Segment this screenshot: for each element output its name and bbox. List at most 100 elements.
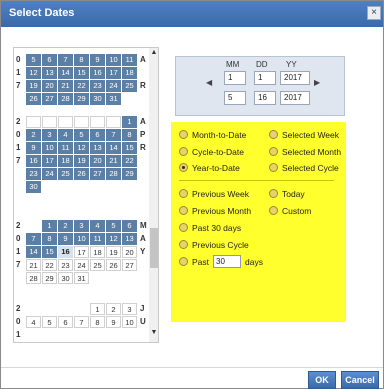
calendar-day[interactable]: 27 — [42, 93, 57, 105]
calendar-day[interactable]: 25 — [58, 168, 73, 180]
calendar-day[interactable]: 2 — [106, 303, 121, 315]
calendar-day[interactable]: 25 — [90, 259, 105, 271]
calendar-day[interactable]: 10 — [42, 142, 57, 154]
calendar-day[interactable]: 17 — [74, 246, 89, 258]
radio-icon[interactable] — [179, 147, 188, 156]
calendar-day[interactable]: 13 — [90, 142, 105, 154]
calendar-day[interactable]: 5 — [106, 220, 121, 232]
prev-arrow-icon[interactable]: ◀ — [206, 78, 212, 87]
calendar-day[interactable]: 24 — [74, 259, 89, 271]
scroll-down-icon[interactable]: ▼ — [149, 328, 158, 338]
calendar-day[interactable]: 7 — [74, 316, 89, 328]
calendar-day[interactable]: 20 — [42, 80, 57, 92]
calendar-day[interactable]: 19 — [26, 80, 41, 92]
calendar-day[interactable]: 10 — [122, 316, 137, 328]
calendar-day[interactable]: 28 — [26, 272, 41, 284]
calendar-day[interactable]: 16 — [58, 246, 73, 258]
calendar-day[interactable]: 14 — [106, 142, 121, 154]
calendar-day[interactable]: 30 — [90, 93, 105, 105]
end-day-input[interactable]: 16 — [254, 91, 276, 105]
calendar-day[interactable]: 16 — [90, 67, 105, 79]
calendar-day[interactable]: 23 — [58, 259, 73, 271]
calendar-day[interactable]: 9 — [26, 142, 41, 154]
calendar-day[interactable]: 4 — [26, 316, 41, 328]
calendar-day[interactable]: 28 — [58, 93, 73, 105]
calendar-day[interactable]: 18 — [122, 67, 137, 79]
calendar-day[interactable]: 21 — [26, 259, 41, 271]
calendar-day[interactable]: 8 — [42, 233, 57, 245]
calendar-day[interactable]: 24 — [42, 168, 57, 180]
calendar-day[interactable]: 18 — [90, 246, 105, 258]
radio-icon[interactable] — [179, 240, 188, 249]
calendar-day[interactable]: 9 — [106, 316, 121, 328]
radio-icon[interactable] — [269, 189, 278, 198]
calendar-day[interactable]: 11 — [58, 142, 73, 154]
calendar-day[interactable]: 6 — [122, 220, 137, 232]
calendar-day[interactable]: 26 — [106, 259, 121, 271]
radio-icon[interactable] — [179, 257, 188, 266]
calendar-day[interactable]: 22 — [42, 259, 57, 271]
start-day-input[interactable]: 1 — [254, 71, 276, 85]
past-days-input[interactable]: 30 — [213, 255, 241, 268]
calendar-day[interactable]: 17 — [42, 155, 57, 167]
calendar-day[interactable]: 15 — [74, 67, 89, 79]
radio-icon[interactable] — [269, 130, 278, 139]
calendar-day[interactable]: 20 — [90, 155, 105, 167]
calendar-day[interactable]: 29 — [74, 93, 89, 105]
calendar-day[interactable]: 5 — [74, 129, 89, 141]
calendar-day[interactable]: 23 — [90, 80, 105, 92]
radio-icon[interactable] — [179, 223, 188, 232]
calendar-day[interactable]: 16 — [26, 155, 41, 167]
radio-icon[interactable] — [179, 189, 188, 198]
calendar-day[interactable]: 15 — [122, 142, 137, 154]
end-month-input[interactable]: 5 — [224, 91, 246, 105]
ok-button[interactable]: OK — [308, 371, 336, 389]
calendar-day[interactable]: 19 — [106, 246, 121, 258]
calendar-day[interactable]: 29 — [42, 272, 57, 284]
next-arrow-icon[interactable]: ▶ — [314, 78, 320, 87]
calendar-day[interactable]: 28 — [106, 168, 121, 180]
calendar-day[interactable]: 22 — [122, 155, 137, 167]
radio-icon[interactable] — [179, 206, 188, 215]
radio-icon[interactable] — [179, 130, 188, 139]
calendar-day[interactable]: 3 — [42, 129, 57, 141]
calendar-day[interactable]: 12 — [74, 142, 89, 154]
calendar-day[interactable]: 29 — [122, 168, 137, 180]
radio-icon[interactable] — [269, 206, 278, 215]
calendar-day[interactable]: 12 — [106, 233, 121, 245]
calendar-day[interactable]: 11 — [122, 54, 137, 66]
calendar-day[interactable]: 27 — [122, 259, 137, 271]
calendar-day[interactable]: 26 — [26, 93, 41, 105]
calendar-day[interactable]: 10 — [74, 233, 89, 245]
calendar-day[interactable]: 18 — [58, 155, 73, 167]
calendar-day[interactable]: 24 — [106, 80, 121, 92]
end-year-input[interactable]: 2017 — [280, 91, 310, 105]
calendar-day[interactable]: 22 — [74, 80, 89, 92]
calendar-day[interactable]: 3 — [74, 220, 89, 232]
calendar-day[interactable]: 7 — [26, 233, 41, 245]
scroll-up-icon[interactable]: ▲ — [149, 48, 158, 58]
calendar-day[interactable]: 14 — [58, 67, 73, 79]
calendar-day[interactable]: 6 — [90, 129, 105, 141]
calendar-day[interactable]: 20 — [122, 246, 137, 258]
calendar-day[interactable]: 8 — [90, 316, 105, 328]
calendar-day[interactable]: 31 — [74, 272, 89, 284]
calendar-day[interactable]: 13 — [42, 67, 57, 79]
calendar-day[interactable]: 5 — [42, 316, 57, 328]
calendar-day[interactable]: 11 — [90, 233, 105, 245]
start-month-input[interactable]: 1 — [224, 71, 246, 85]
calendar-day[interactable]: 10 — [106, 54, 121, 66]
close-icon[interactable]: × — [367, 6, 381, 20]
calendar-day[interactable]: 6 — [58, 316, 73, 328]
calendar-day[interactable]: 12 — [26, 67, 41, 79]
calendar-day[interactable]: 14 — [26, 246, 41, 258]
calendar-day[interactable]: 26 — [74, 168, 89, 180]
calendar-day[interactable]: 19 — [74, 155, 89, 167]
calendar-day[interactable]: 21 — [58, 80, 73, 92]
calendar-day[interactable]: 4 — [58, 129, 73, 141]
calendar-day[interactable]: 30 — [58, 272, 73, 284]
calendar-day[interactable]: 3 — [122, 303, 137, 315]
cancel-button[interactable]: Cancel — [341, 371, 379, 389]
calendar-day[interactable]: 30 — [26, 181, 41, 193]
calendar-day[interactable]: 31 — [106, 93, 121, 105]
